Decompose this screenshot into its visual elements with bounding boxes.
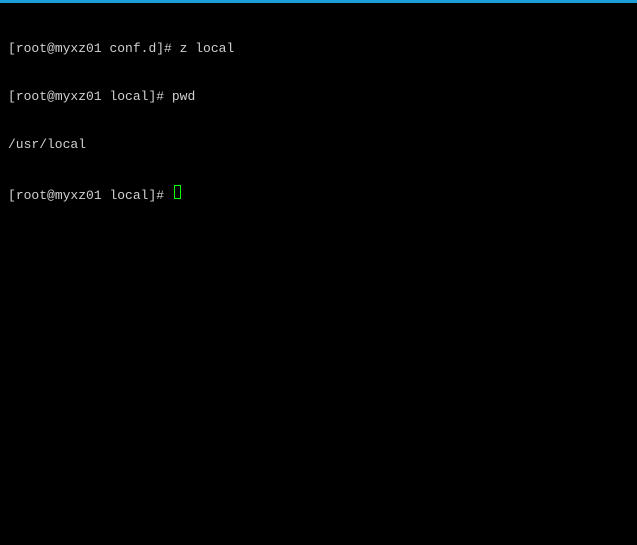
command-text: pwd (172, 89, 195, 105)
prompt-user-host: root@myxz01 (16, 89, 102, 105)
terminal-line: [root@myxz01 conf.d]# z local (8, 41, 629, 57)
prompt-bracket-open: [ (8, 41, 16, 57)
prompt-user-host: root@myxz01 (16, 188, 102, 204)
terminal-area[interactable]: [root@myxz01 conf.d]# z local [root@myxz… (0, 3, 637, 226)
command-text: z local (180, 41, 235, 57)
terminal-line: [root@myxz01 local]# pwd (8, 89, 629, 105)
terminal-line: /usr/local (8, 137, 629, 153)
prompt-bracket-close: ]# (148, 89, 171, 105)
prompt-dir: local (102, 188, 149, 204)
prompt-bracket-close: ]# (148, 188, 171, 204)
prompt-dir: conf.d (102, 41, 157, 57)
prompt-bracket-open: [ (8, 188, 16, 204)
terminal-line: [root@myxz01 local]# (8, 185, 629, 204)
prompt-bracket-close: ]# (156, 41, 179, 57)
prompt-bracket-open: [ (8, 89, 16, 105)
cursor-icon (174, 185, 181, 199)
prompt-dir: local (102, 89, 149, 105)
command-output: /usr/local (8, 137, 86, 153)
prompt-user-host: root@myxz01 (16, 41, 102, 57)
